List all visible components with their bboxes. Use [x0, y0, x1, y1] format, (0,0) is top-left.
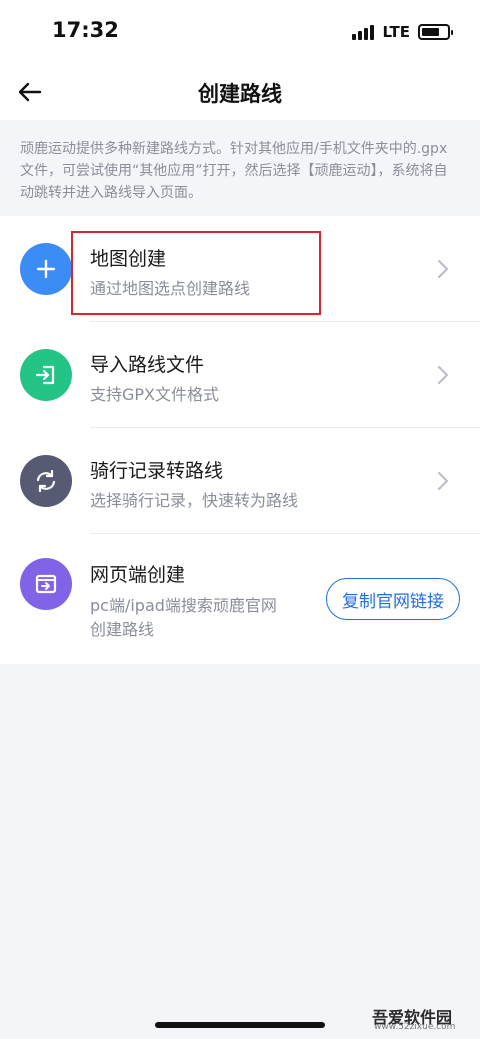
plus-icon	[20, 243, 72, 295]
battery-icon	[418, 24, 453, 40]
web-import-icon	[20, 558, 72, 610]
status-time: 17:32	[52, 18, 119, 42]
option-title: 网页端创建	[90, 564, 186, 586]
copy-website-link-button[interactable]: 复制官网链接	[326, 578, 460, 620]
chevron-right-icon	[438, 260, 448, 278]
watermark: 吾爱软件园 www.52zixue.com	[332, 960, 472, 1035]
status-bar: 17:32 LTE	[0, 0, 480, 64]
option-title: 骑行记录转路线	[90, 460, 224, 482]
option-ride-to-route[interactable]: 骑行记录转路线 选择骑行记录，快速转为路线	[0, 428, 480, 534]
signal-icon	[352, 24, 375, 40]
page-title: 创建路线	[198, 82, 282, 106]
highlight-box	[71, 231, 321, 315]
option-subtitle-line2: 创建路线	[90, 620, 155, 639]
nav-bar: 创建路线	[0, 64, 480, 120]
option-title: 导入路线文件	[90, 354, 205, 376]
option-subtitle-line1: pc端/ipad端搜索顽鹿官网	[90, 596, 277, 615]
option-subtitle: 支持GPX文件格式	[90, 385, 220, 404]
watermark-url: www.52zixue.com	[374, 1022, 456, 1032]
chevron-right-icon	[438, 472, 448, 490]
chevron-right-icon	[438, 366, 448, 384]
status-indicators: LTE	[352, 20, 453, 44]
info-text: 顽鹿运动提供多种新建路线方式。针对其他应用/手机文件夹中的.gpx文件，可尝试使…	[0, 124, 480, 216]
option-import-file[interactable]: 导入路线文件 支持GPX文件格式	[0, 322, 480, 428]
network-label: LTE	[382, 23, 410, 41]
import-icon	[20, 349, 72, 401]
home-indicator[interactable]	[155, 1022, 325, 1028]
convert-icon	[20, 455, 72, 507]
option-subtitle: 选择骑行记录，快速转为路线	[90, 491, 299, 510]
